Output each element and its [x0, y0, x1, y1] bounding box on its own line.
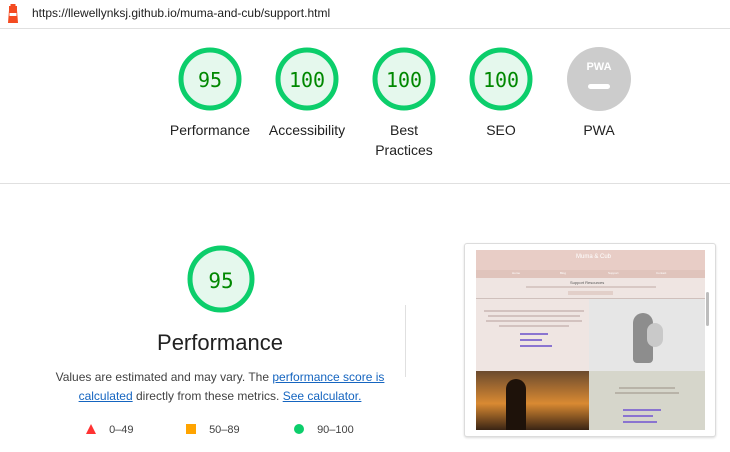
page-screenshot-thumbnail[interactable]: Muma & Cub Home Blog Support Contact Sup… [464, 243, 716, 437]
legend-label: 90–100 [317, 424, 354, 436]
gauge-ring: 100 [372, 47, 436, 111]
pwa-badge-icon: PWA [567, 47, 631, 111]
thumb-nav-item: Contact [656, 271, 667, 275]
thumb-scrollbar [706, 292, 709, 326]
desc-text: Values are estimated and may vary. The [55, 370, 273, 384]
page-url[interactable]: https://llewellynksj.github.io/muma-and-… [32, 6, 330, 20]
gauge-ring: 95 [187, 245, 255, 313]
gauge-score: 95 [198, 68, 222, 92]
thumb-section-title: Support Resources [570, 280, 605, 285]
gauge-performance[interactable]: 95 Performance [160, 46, 260, 140]
thumb-text-block [484, 310, 584, 350]
legend-pass: 90–100 [294, 424, 354, 436]
square-icon [186, 424, 196, 434]
performance-description: Values are estimated and may vary. The p… [50, 368, 390, 406]
gauge-label: PWA [583, 122, 615, 138]
screenshot-content: Muma & Cub Home Blog Support Contact Sup… [476, 250, 705, 430]
thumb-site-title: Muma & Cub [576, 254, 612, 260]
thumb-photo-mother [589, 299, 705, 371]
thumb-nav-item: Home [512, 271, 521, 275]
performance-gauge-large: 95 [186, 244, 256, 319]
thumb-text-line [526, 286, 656, 288]
thumb-text-block-2 [589, 371, 705, 430]
pwa-badge-text: PWA [586, 61, 611, 73]
gauge-best-practices[interactable]: 100 Best Practices [354, 46, 454, 160]
gauge-score: 100 [386, 68, 422, 92]
gauge-label: SEO [486, 122, 516, 138]
gauge-label: Performance [169, 122, 251, 138]
gauge-ring: 100 [469, 47, 533, 111]
category-gauges: 95 Performance 100 Accessibility 100 Bes… [0, 46, 730, 181]
calculator-link[interactable]: See calculator. [283, 389, 362, 403]
gauge-pwa[interactable]: PWA PWA [549, 46, 649, 140]
circle-icon [294, 424, 304, 434]
section-divider [0, 183, 730, 184]
legend-label: 50–89 [209, 424, 240, 436]
gauge-accessibility[interactable]: 100 Accessibility [257, 46, 357, 140]
thumb-nav-item: Blog [560, 271, 567, 275]
gauge-seo[interactable]: 100 SEO [451, 46, 551, 140]
thumb-header: Muma & Cub [476, 250, 705, 270]
thumb-photo-sunset [476, 371, 589, 430]
gauge-score: 100 [483, 68, 519, 92]
vertical-separator [405, 305, 406, 377]
gauge-ring: 100 [275, 47, 339, 111]
gauge-ring: 95 [178, 47, 242, 111]
performance-title: Performance [157, 330, 283, 355]
triangle-icon [86, 424, 96, 434]
thumb-nav: Home Blog Support Contact [476, 270, 705, 278]
thumb-nav-item: Support [608, 271, 619, 275]
desc-text: directly from these metrics. [132, 389, 283, 403]
gauge-score: 100 [289, 68, 325, 92]
legend-fail: 0–49 [86, 424, 134, 436]
legend-average: 50–89 [186, 424, 240, 436]
gauge-label: Accessibility [268, 122, 346, 138]
performance-score: 95 [208, 269, 233, 293]
lighthouse-icon [8, 4, 18, 23]
gauge-label: Best Practices [375, 122, 433, 158]
address-bar: https://llewellynksj.github.io/muma-and-… [0, 0, 730, 29]
thumb-button [568, 291, 613, 295]
legend-label: 0–49 [109, 424, 134, 436]
